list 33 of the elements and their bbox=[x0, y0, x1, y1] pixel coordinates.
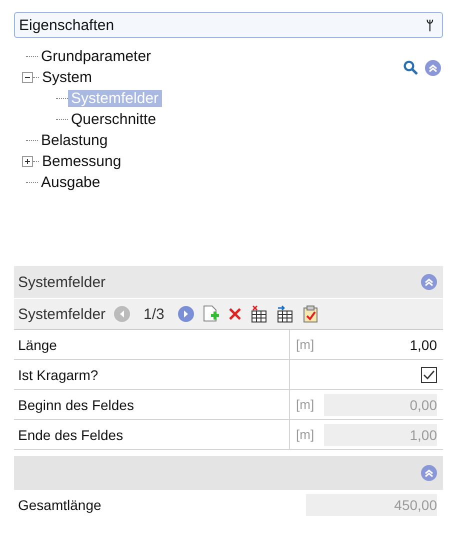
property-label: Beginn des Feldes bbox=[18, 396, 134, 412]
page-counter: 1/3 bbox=[144, 306, 164, 322]
clipboard-check-icon[interactable] bbox=[302, 305, 320, 323]
property-label: Länge bbox=[18, 336, 57, 352]
add-document-icon[interactable] bbox=[202, 305, 220, 323]
value-field: 1,00 bbox=[324, 424, 437, 446]
unit-label: [m] bbox=[296, 337, 314, 352]
expand-icon[interactable] bbox=[22, 156, 33, 167]
panel-title: Eigenschaften bbox=[19, 16, 114, 34]
tree-item[interactable]: Grundparameter bbox=[38, 48, 154, 65]
collapse-icon[interactable] bbox=[22, 72, 33, 83]
unit-label: [m] bbox=[296, 427, 314, 442]
tree-item[interactable]: System bbox=[39, 69, 96, 86]
tree-item[interactable]: Belastung bbox=[38, 132, 111, 149]
tree-item[interactable]: Querschnitte bbox=[68, 111, 160, 128]
table-insert-icon[interactable] bbox=[276, 305, 294, 323]
delete-icon[interactable] bbox=[228, 307, 242, 321]
search-icon[interactable] bbox=[403, 60, 419, 76]
section-title: Systemfelder bbox=[18, 274, 106, 290]
next-icon[interactable] bbox=[178, 306, 194, 322]
tree-item[interactable]: Bemessung bbox=[39, 153, 124, 170]
property-label: Ist Kragarm? bbox=[18, 366, 98, 382]
value-field: 0,00 bbox=[324, 394, 437, 416]
pin-button[interactable]: ᛘ bbox=[426, 18, 434, 32]
checkbox[interactable] bbox=[421, 366, 437, 382]
property-label: Ende des Feldes bbox=[18, 426, 124, 442]
value-field[interactable]: 1,00 bbox=[324, 334, 437, 356]
value-field: 450,00 bbox=[306, 494, 437, 516]
tree-item[interactable]: Ausgabe bbox=[38, 174, 104, 191]
table-delete-icon[interactable] bbox=[250, 305, 268, 323]
unit-label: [m] bbox=[296, 397, 314, 412]
property-label: Gesamtlänge bbox=[18, 497, 102, 513]
toolbar-label: Systemfelder bbox=[18, 306, 106, 322]
